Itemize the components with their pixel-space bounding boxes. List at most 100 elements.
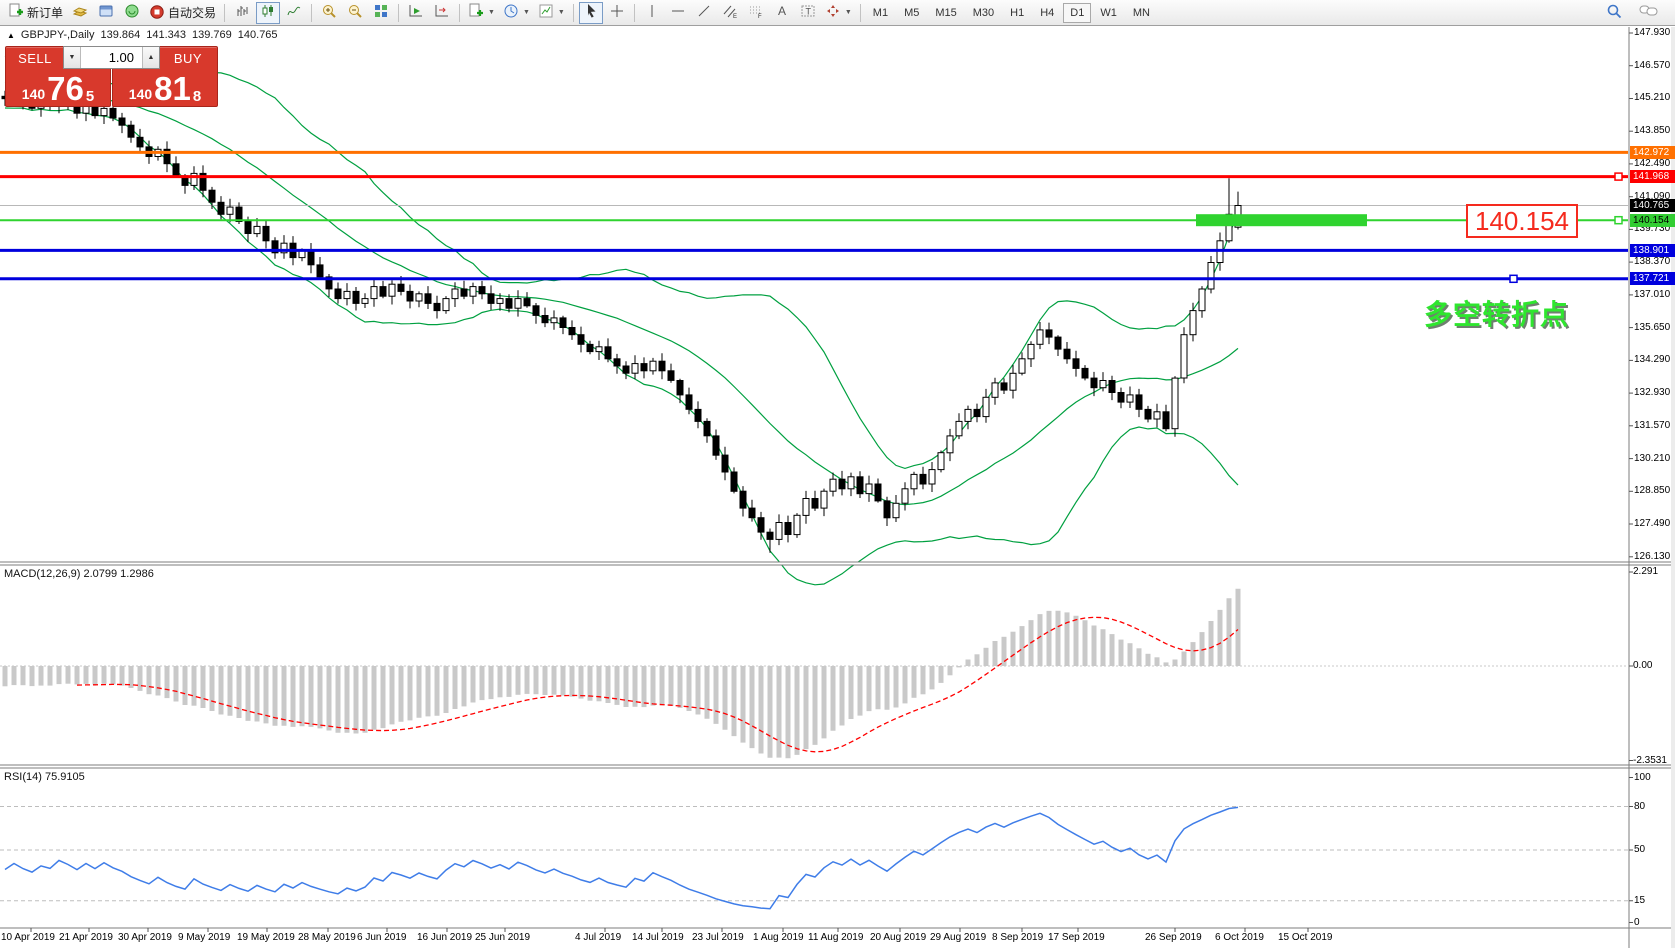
rsi-scale-label: 80 xyxy=(1634,801,1645,813)
rsi-label: RSI(14) 75.9105 xyxy=(4,771,85,783)
sell-price: 140765 xyxy=(6,73,110,104)
zoom-in-icon xyxy=(321,3,337,22)
chat-icon xyxy=(1639,3,1659,22)
macd-signal-line xyxy=(77,617,1238,752)
data-window-button[interactable] xyxy=(120,2,144,24)
price-badge: 140.765 xyxy=(1630,199,1675,212)
symbol-period-label: GBPJPY-,Daily xyxy=(21,29,95,41)
cursor-button[interactable] xyxy=(579,2,603,24)
sell-label: SELL xyxy=(6,51,64,66)
market-watch-button[interactable] xyxy=(68,2,92,24)
bollinger-bands xyxy=(5,56,1238,585)
line-chart-button[interactable] xyxy=(282,2,306,24)
candlestick-chart-button[interactable] xyxy=(256,2,280,24)
horizontal-line-objects[interactable] xyxy=(0,152,1628,282)
date-label: 26 Sep 2019 xyxy=(1145,932,1202,943)
chat-button[interactable] xyxy=(1636,2,1662,24)
line-handle[interactable] xyxy=(1510,275,1517,282)
data-window-icon xyxy=(124,3,140,22)
band-upper xyxy=(5,56,1238,468)
date-label: 30 Apr 2019 xyxy=(118,932,172,943)
fibonacci-button[interactable]: F xyxy=(744,2,768,24)
arrows-button[interactable]: ▼ xyxy=(822,2,855,24)
equidistant-channel-button[interactable]: E xyxy=(718,2,742,24)
navigator-button[interactable] xyxy=(94,2,118,24)
timeframe-h4[interactable]: H4 xyxy=(1033,3,1061,23)
toolbar: 新订单 自动交易 ▼ ▼ ▼ xyxy=(0,0,1675,26)
volume-increase-button[interactable]: ▲ xyxy=(142,47,159,68)
auto-trading-button[interactable]: 自动交易 xyxy=(146,2,219,24)
date-label: 6 Oct 2019 xyxy=(1215,932,1264,943)
new-order-button[interactable]: 新订单 xyxy=(5,2,66,24)
turning-point-annotation[interactable]: 多空转折点 xyxy=(1424,293,1569,333)
timeframe-d1[interactable]: D1 xyxy=(1063,3,1091,23)
rsi-scale-label: 0 xyxy=(1634,917,1640,929)
chevron-down-icon: ▼ xyxy=(558,9,565,16)
date-label: 14 Jul 2019 xyxy=(632,932,684,943)
toolbar-separator xyxy=(459,4,460,22)
price-tick-label: 138.370 xyxy=(1634,256,1670,268)
timeframe-h1[interactable]: H1 xyxy=(1003,3,1031,23)
auto-scroll-button[interactable] xyxy=(404,2,428,24)
timeframe-m30[interactable]: M30 xyxy=(966,3,1001,23)
bar-chart-button[interactable] xyxy=(230,2,254,24)
macd-scale-label: 0.00 xyxy=(1633,660,1652,672)
horizontal-line-button[interactable] xyxy=(666,2,690,24)
search-button[interactable] xyxy=(1602,2,1626,24)
timeframe-m15[interactable]: M15 xyxy=(928,3,963,23)
price-tick-label: 134.290 xyxy=(1634,354,1670,366)
highlight-bar[interactable] xyxy=(1196,214,1367,226)
zoom-out-button[interactable] xyxy=(343,2,367,24)
price-badge: 141.968 xyxy=(1630,170,1675,183)
text-label-icon: A xyxy=(774,3,790,22)
timeframe-w1[interactable]: W1 xyxy=(1093,3,1124,23)
chart-canvas[interactable] xyxy=(0,0,1675,948)
vertical-line-button[interactable] xyxy=(640,2,664,24)
date-label: 17 Sep 2019 xyxy=(1048,932,1105,943)
text-box-button[interactable]: T xyxy=(796,2,820,24)
rsi-indicator xyxy=(0,807,1628,909)
trendline-button[interactable] xyxy=(692,2,716,24)
timeframe-mn[interactable]: MN xyxy=(1126,3,1157,23)
zoom-in-button[interactable] xyxy=(317,2,341,24)
line-handle[interactable] xyxy=(1615,217,1622,224)
price-tick-label: 132.930 xyxy=(1634,387,1670,399)
volume-decrease-button[interactable]: ▼ xyxy=(64,47,81,68)
date-label: 23 Jul 2019 xyxy=(692,932,744,943)
band-lower xyxy=(5,108,1238,585)
svg-text:E: E xyxy=(733,14,737,19)
macd-indicator xyxy=(0,589,1628,759)
new-template-button[interactable]: ▼ xyxy=(465,2,498,24)
bar-chart-icon xyxy=(234,3,250,22)
price-tick-label: 131.570 xyxy=(1634,420,1670,432)
price-badge: 137.721 xyxy=(1630,272,1675,285)
indicators-button[interactable]: ▼ xyxy=(535,2,568,24)
price-badge: 142.972 xyxy=(1630,146,1675,159)
price-annotation-box[interactable]: 140.154 xyxy=(1466,204,1578,238)
open-value: 139.864 xyxy=(100,29,140,41)
timeframe-m5[interactable]: M5 xyxy=(897,3,926,23)
trading-platform-window: 新订单 自动交易 ▼ ▼ ▼ xyxy=(0,0,1675,948)
date-label: 6 Jun 2019 xyxy=(357,932,407,943)
chart-shift-button[interactable] xyxy=(430,2,454,24)
crosshair-icon xyxy=(609,3,625,22)
volume-input[interactable] xyxy=(81,47,142,68)
periods-button[interactable]: ▼ xyxy=(500,2,533,24)
price-tick-label: 135.650 xyxy=(1634,322,1670,334)
date-label: 1 Aug 2019 xyxy=(753,932,804,943)
collapse-panel-icon[interactable]: ▲ xyxy=(7,31,15,40)
timeframe-m1[interactable]: M1 xyxy=(866,3,895,23)
price-tick-label: 143.850 xyxy=(1634,125,1670,137)
navigator-icon xyxy=(98,3,114,22)
text-label-button[interactable]: A xyxy=(770,2,794,24)
tile-windows-button[interactable] xyxy=(369,2,393,24)
crosshair-button[interactable] xyxy=(605,2,629,24)
arrows-icon xyxy=(825,3,841,22)
line-handle[interactable] xyxy=(1615,173,1622,180)
buy-label: BUY xyxy=(159,51,217,66)
search-icon xyxy=(1606,3,1623,23)
date-label: 4 Jul 2019 xyxy=(575,932,621,943)
chart-header: ▲ GBPJPY-,Daily 139.864 141.343 139.769 … xyxy=(7,29,278,41)
date-label: 19 May 2019 xyxy=(237,932,295,943)
low-value: 139.769 xyxy=(192,29,232,41)
